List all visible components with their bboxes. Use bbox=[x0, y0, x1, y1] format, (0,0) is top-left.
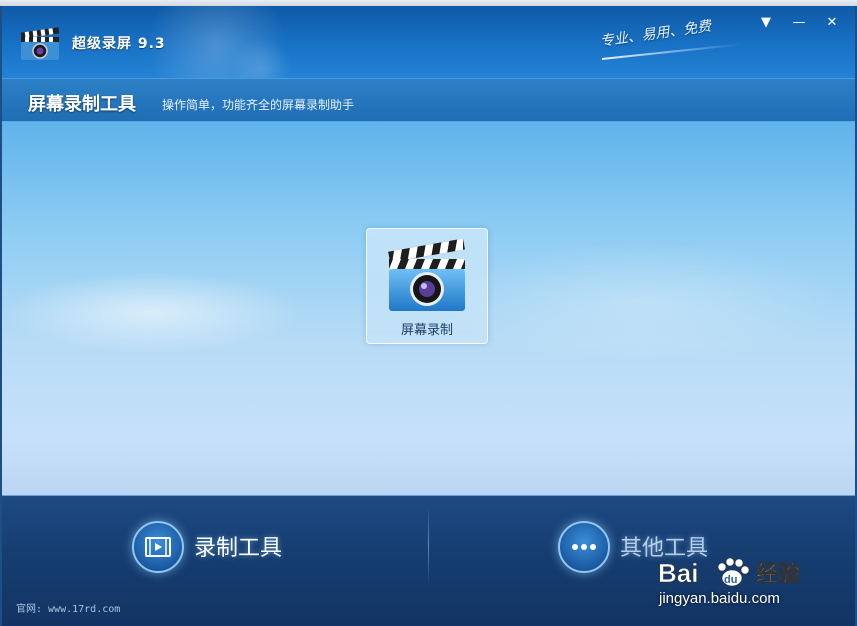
section-title: 屏幕录制工具 bbox=[28, 94, 136, 115]
baidu-jingyan-watermark: Bai du 经验 bbox=[658, 557, 800, 588]
app-title: 超级录屏 9.3 bbox=[72, 36, 166, 52]
record-tools-tab[interactable]: 录制工具 bbox=[132, 518, 332, 574]
section-description: 操作简单，功能齐全的屏幕录制助手 bbox=[162, 98, 355, 112]
screen-record-label: 屏幕录制 bbox=[400, 323, 453, 338]
watermark-brand-right: 经验 bbox=[756, 561, 800, 587]
tool-panel: 屏幕录制 bbox=[2, 122, 855, 495]
close-button[interactable]: ✕ bbox=[823, 14, 841, 32]
watermark-du: du bbox=[724, 574, 737, 586]
nav-divider bbox=[428, 506, 429, 584]
subheader: 屏幕录制工具 操作简单，功能齐全的屏幕录制助手 bbox=[2, 79, 855, 122]
clapperboard-camera-icon bbox=[388, 239, 465, 311]
minimize-button[interactable]: — bbox=[790, 14, 808, 32]
watermark-url: jingyan.baidu.com bbox=[659, 590, 780, 607]
baidu-paw-icon: du bbox=[717, 557, 750, 587]
menu-dropdown-button[interactable]: ▼ bbox=[757, 14, 775, 32]
app-slogan: 专业、易用、免费 bbox=[599, 18, 713, 50]
more-dots-icon bbox=[558, 521, 610, 573]
title-bar[interactable]: 超级录屏 9.3 专业、易用、免费 ▼ — ✕ bbox=[2, 6, 855, 79]
watermark-brand-left: Bai bbox=[658, 558, 698, 588]
record-tools-label: 录制工具 bbox=[194, 536, 283, 561]
app-window: 超级录屏 9.3 专业、易用、免费 ▼ — ✕ 屏幕录制工具 操作简单，功能齐全… bbox=[0, 0, 857, 626]
film-icon bbox=[132, 521, 184, 573]
app-logo-icon bbox=[20, 27, 60, 60]
screen-record-tool-button[interactable]: 屏幕录制 bbox=[366, 228, 488, 344]
official-site-link[interactable]: 官网: www.17rd.com bbox=[16, 600, 120, 615]
